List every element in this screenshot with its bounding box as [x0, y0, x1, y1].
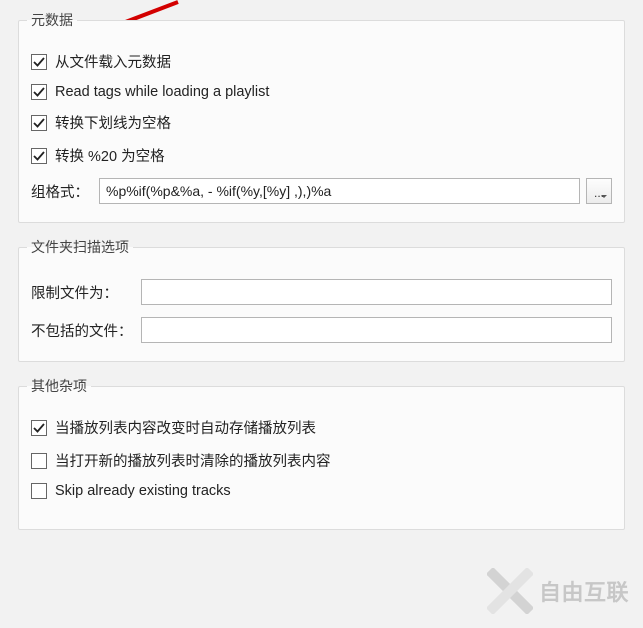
group-metadata-legend: 元数据 [27, 10, 77, 30]
ellipsis-icon: ... [594, 186, 604, 200]
watermark-x-icon [487, 568, 533, 614]
input-limit-files[interactable] [141, 279, 612, 305]
checkbox-percent20-to-space[interactable] [31, 148, 47, 164]
label-limit-files: 限制文件为： [31, 282, 131, 303]
group-folder-scan: 文件夹扫描选项 限制文件为： 不包括的文件： [18, 237, 625, 362]
label-exclude-files: 不包括的文件： [31, 320, 131, 341]
row-clear-on-new: 当打开新的播放列表时清除的播放列表内容 [31, 450, 612, 471]
watermark: 自由互联 [487, 568, 629, 614]
row-limit-files: 限制文件为： [31, 279, 612, 305]
row-percent20-to-space: 转换 %20 为空格 [31, 145, 612, 166]
label-load-from-file: 从文件载入元数据 [55, 51, 171, 72]
row-load-from-file: 从文件载入元数据 [31, 51, 612, 72]
checkbox-read-tags[interactable] [31, 84, 47, 100]
label-underscore-to-space: 转换下划线为空格 [55, 112, 171, 133]
row-exclude-files: 不包括的文件： [31, 317, 612, 343]
checkbox-underscore-to-space[interactable] [31, 115, 47, 131]
row-read-tags: Read tags while loading a playlist [31, 84, 612, 100]
label-clear-on-new: 当打开新的播放列表时清除的播放列表内容 [55, 450, 331, 471]
watermark-text: 自由互联 [539, 575, 629, 607]
checkbox-auto-save[interactable] [31, 420, 47, 436]
input-exclude-files[interactable] [141, 317, 612, 343]
group-metadata: 元数据 从文件载入元数据 Read tags while loading a p… [18, 10, 625, 223]
row-group-format: 组格式： ... [31, 178, 612, 204]
label-group-format: 组格式： [31, 181, 89, 202]
label-skip-existing: Skip already existing tracks [55, 483, 231, 499]
group-misc: 其他杂项 当播放列表内容改变时自动存储播放列表 当打开新的播放列表时清除的播放列… [18, 376, 625, 530]
row-underscore-to-space: 转换下划线为空格 [31, 112, 612, 133]
group-misc-legend: 其他杂项 [27, 376, 91, 396]
checkbox-load-from-file[interactable] [31, 54, 47, 70]
label-auto-save: 当播放列表内容改变时自动存储播放列表 [55, 417, 316, 438]
group-folder-scan-legend: 文件夹扫描选项 [27, 237, 133, 257]
label-read-tags: Read tags while loading a playlist [55, 84, 269, 100]
row-auto-save: 当播放列表内容改变时自动存储播放列表 [31, 417, 612, 438]
settings-panel: 元数据 从文件载入元数据 Read tags while loading a p… [0, 0, 643, 530]
button-group-format-browse[interactable]: ... [586, 178, 612, 204]
checkbox-skip-existing[interactable] [31, 483, 47, 499]
input-group-format[interactable] [99, 178, 580, 204]
row-skip-existing: Skip already existing tracks [31, 483, 612, 499]
checkbox-clear-on-new[interactable] [31, 453, 47, 469]
label-percent20-to-space: 转换 %20 为空格 [55, 145, 165, 166]
